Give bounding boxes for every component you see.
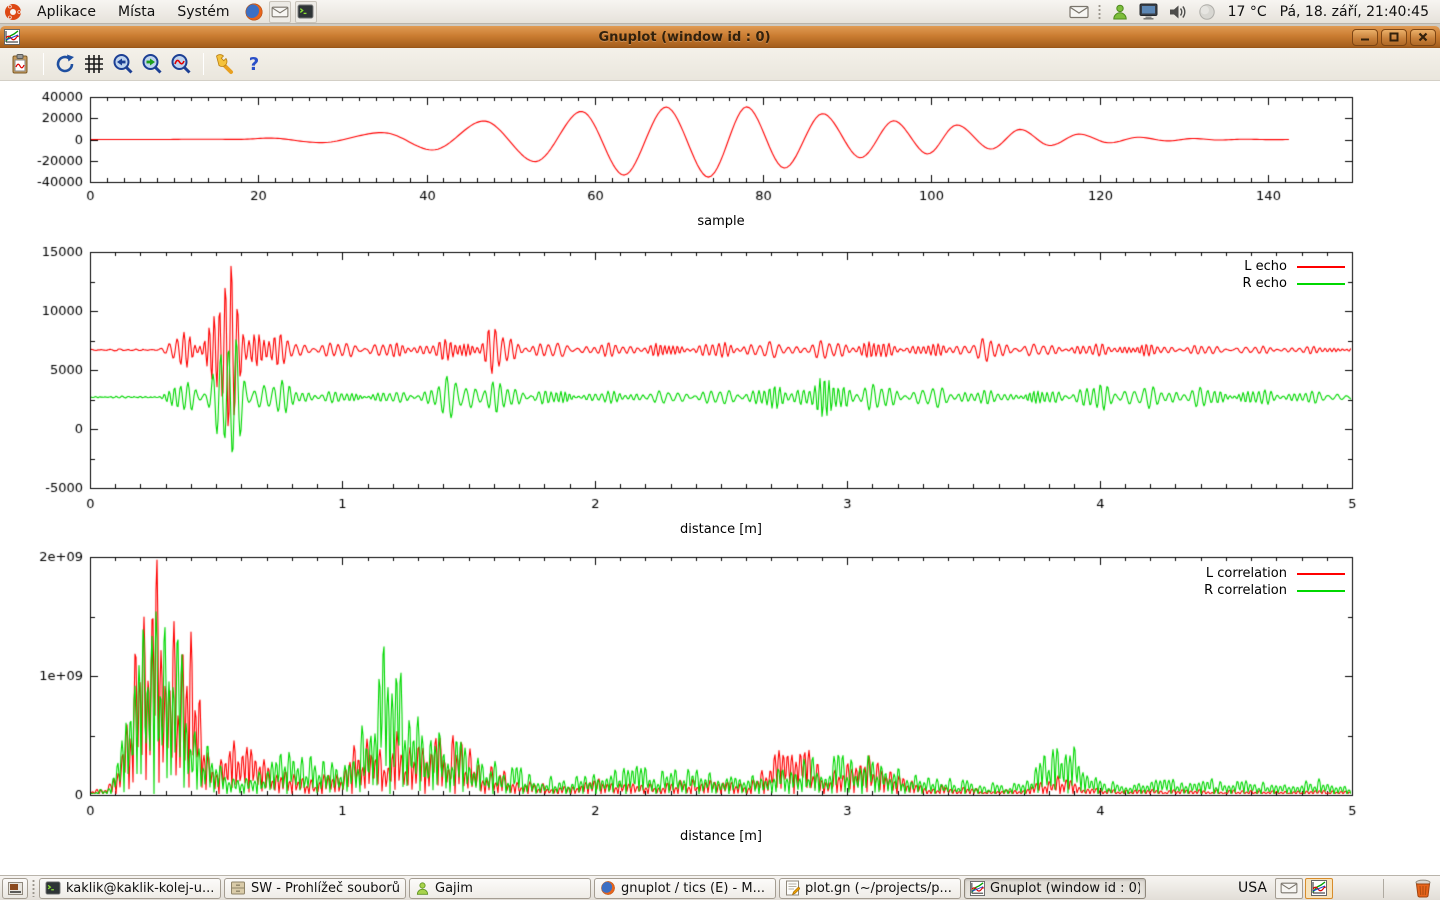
x-axis-label-top-chart: sample	[90, 214, 1352, 229]
bottom-taskbar: kaklik@kaklik-kolej-u... SW - Prohlížeč …	[0, 875, 1440, 900]
task-terminal[interactable]: kaklik@kaklik-kolej-u...	[39, 878, 221, 899]
window-list-handle[interactable]	[30, 879, 37, 897]
legend-label: L correlation	[1206, 566, 1287, 581]
menu-applications[interactable]: Aplikace	[26, 0, 107, 23]
legend-label: R correlation	[1204, 583, 1287, 598]
window-icon	[4, 29, 20, 45]
task-gajim[interactable]: Gajim	[409, 878, 591, 899]
next-zoom-icon[interactable]	[138, 50, 166, 78]
toolbar-separator	[43, 53, 44, 75]
legend-line-sample	[1297, 266, 1345, 268]
x-axis-label-middle-chart: distance [m]	[90, 522, 1352, 537]
previous-zoom-icon[interactable]	[109, 50, 137, 78]
applet-handle	[1097, 4, 1102, 20]
desktop: Aplikace Místa Systém	[0, 0, 1440, 900]
task-file-manager[interactable]: SW - Prohlížeč souborů	[224, 878, 406, 899]
minimize-button[interactable]	[1352, 29, 1378, 46]
terminal-launcher-icon[interactable]	[295, 1, 317, 23]
task-text-editor-plot-gn[interactable]: plot.gn (~/projects/p...	[779, 878, 961, 899]
rezoom-icon[interactable]	[167, 50, 195, 78]
window-titlebar[interactable]: Gnuplot (window id : 0)	[0, 26, 1440, 48]
legend-item: L echo	[1242, 260, 1345, 273]
keyboard-layout-indicator[interactable]: USA	[1230, 880, 1275, 896]
svg-text:?: ?	[249, 54, 259, 75]
task-gnuplot-window[interactable]: Gnuplot (window id : 0)	[964, 878, 1146, 899]
menu-system[interactable]: Systém	[166, 0, 240, 23]
tray-gnuplot-icon[interactable]	[1305, 878, 1333, 899]
menu-places[interactable]: Místa	[107, 0, 166, 23]
temperature-label[interactable]: 17 °C	[1223, 4, 1272, 20]
legend-item: R echo	[1242, 277, 1345, 290]
show-desktop-button[interactable]	[2, 878, 28, 899]
clock-label[interactable]: Pá, 18. září, 21:40:45	[1275, 4, 1434, 20]
file-manager-icon	[230, 880, 246, 896]
gnuplot-toolbar: ?	[0, 48, 1440, 81]
volume-icon[interactable]	[1167, 1, 1189, 23]
tray-separator	[1383, 879, 1384, 898]
legend-line-sample	[1297, 590, 1345, 592]
firefox-launcher-icon[interactable]	[243, 1, 265, 23]
task-firefox-gnuplot-tics[interactable]: gnuplot / tics (E) - M...	[594, 878, 776, 899]
display-icon[interactable]	[1138, 1, 1160, 23]
help-icon[interactable]: ?	[240, 50, 268, 78]
copy-to-clipboard-icon[interactable]	[7, 50, 35, 78]
user-switch-icon[interactable]	[1109, 1, 1131, 23]
ubuntu-logo-icon[interactable]	[2, 1, 24, 23]
top-panel: Aplikace Místa Systém	[0, 0, 1440, 24]
legend-label: L echo	[1244, 259, 1287, 274]
maximize-button[interactable]	[1381, 29, 1407, 46]
mail-launcher-icon[interactable]	[269, 1, 291, 23]
legend-label: R echo	[1242, 276, 1287, 291]
legend-line-sample	[1297, 573, 1345, 575]
close-button[interactable]	[1410, 29, 1436, 46]
mail-notification-icon[interactable]	[1068, 1, 1090, 23]
gnuplot-plot-area: sample distance [m] distance [m] L echo …	[0, 81, 1440, 875]
window-title: Gnuplot (window id : 0)	[20, 30, 1349, 45]
legend-bottom-chart: L correlation R correlation	[1204, 567, 1345, 597]
weather-icon[interactable]	[1196, 1, 1218, 23]
toolbar-separator	[203, 53, 204, 75]
text-editor-icon	[785, 880, 800, 896]
legend-item: R correlation	[1204, 584, 1345, 597]
x-axis-label-bottom-chart: distance [m]	[90, 829, 1352, 844]
legend-line-sample	[1297, 283, 1345, 285]
legend-item: L correlation	[1204, 567, 1345, 580]
tray-mail-icon[interactable]	[1275, 878, 1303, 899]
settings-icon[interactable]	[211, 50, 239, 78]
gajim-icon	[415, 881, 430, 896]
trash-applet-icon[interactable]	[1408, 877, 1438, 900]
legend-middle-chart: L echo R echo	[1242, 260, 1345, 290]
replot-icon[interactable]	[51, 50, 79, 78]
gnuplot-canvas[interactable]	[0, 81, 1440, 875]
toggle-grid-icon[interactable]	[80, 50, 108, 78]
